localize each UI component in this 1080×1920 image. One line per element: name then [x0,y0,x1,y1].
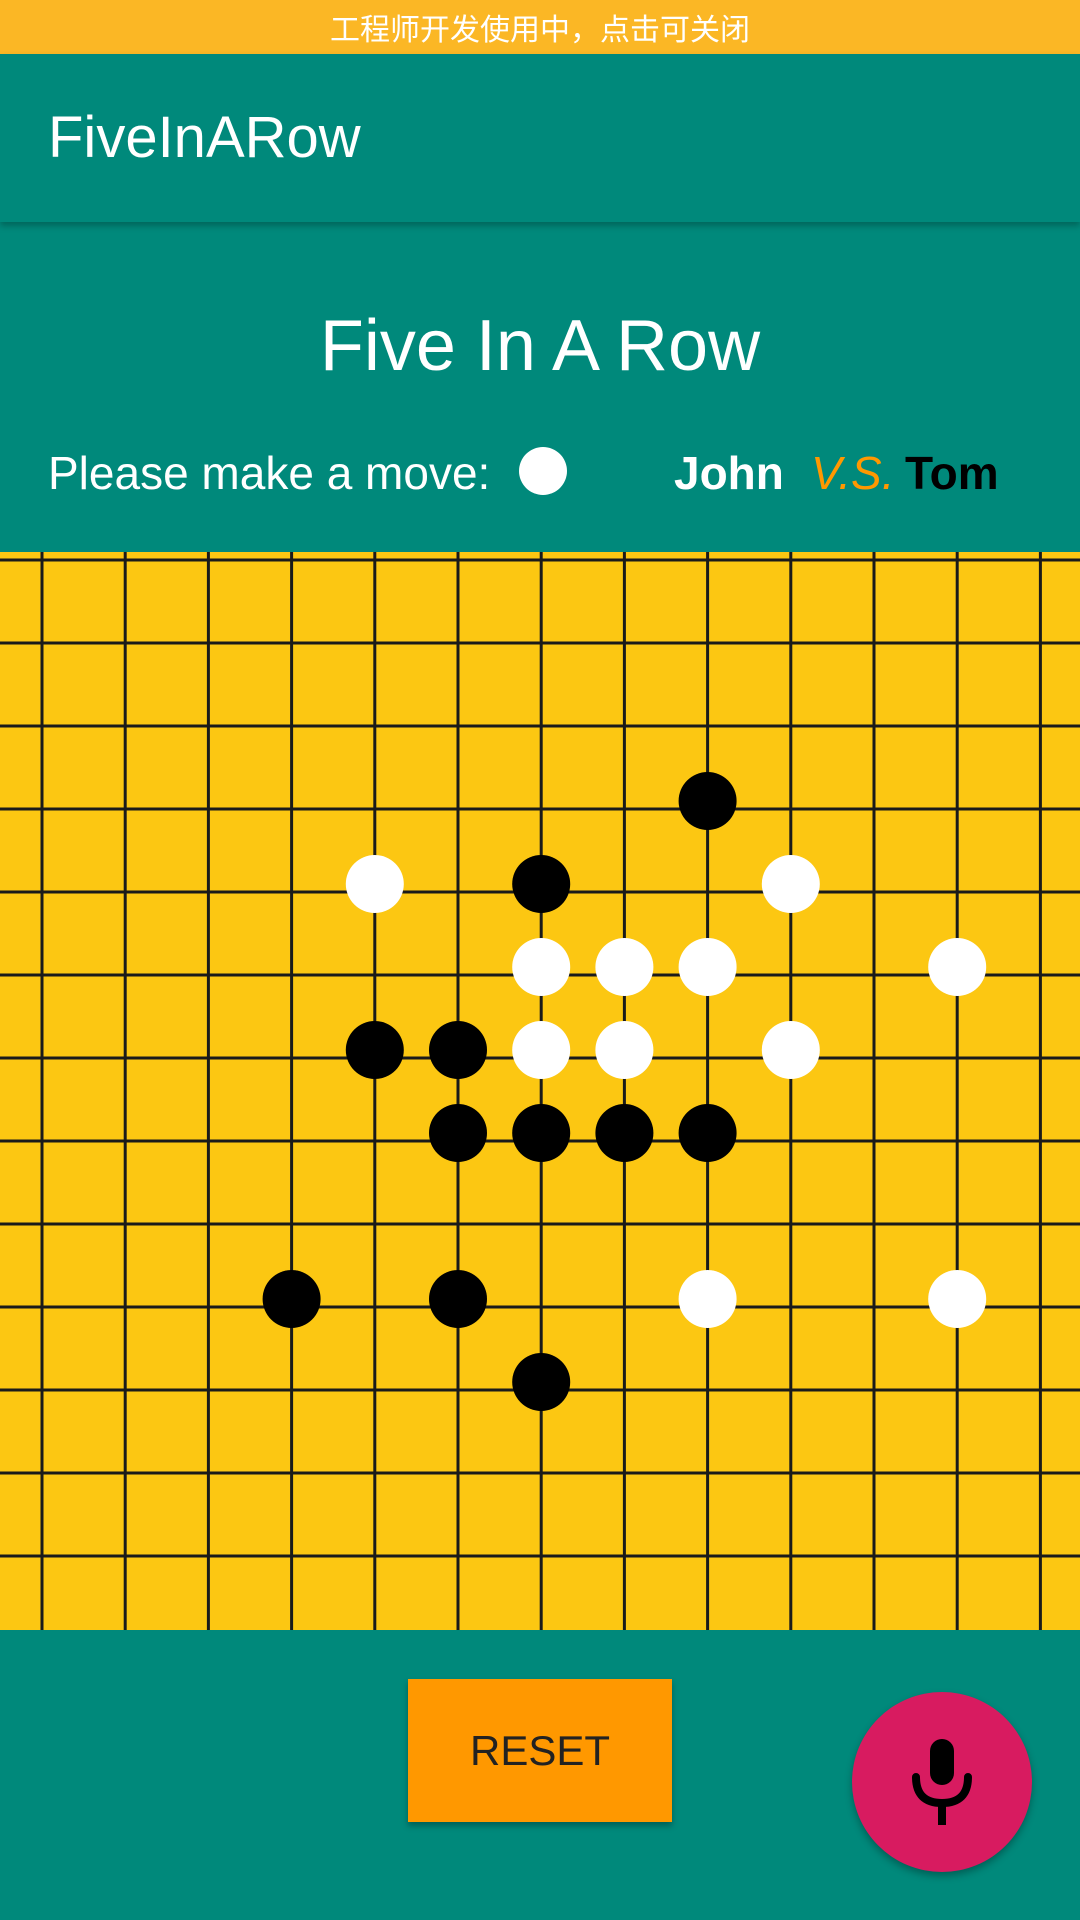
white-stone [678,1270,737,1328]
current-turn-stone-icon [519,447,567,495]
black-stone [595,1104,654,1162]
app-title: FiveInARow [48,105,361,170]
white-stone [678,938,737,996]
black-stone [678,1104,737,1162]
white-stone [761,1021,820,1079]
board-grid[interactable] [0,552,1080,1630]
black-stone [512,855,571,913]
black-stone [262,1270,321,1328]
reset-button-label: RESET [469,1726,611,1774]
white-stone [345,855,404,913]
reset-button[interactable]: RESET [408,1679,672,1822]
microphone-icon [912,1739,972,1825]
black-stone [429,1270,487,1328]
black-stone [678,772,737,830]
move-prompt: Please make a move: [48,447,491,499]
player2-name: Tom [905,447,999,499]
black-stone [512,1353,571,1411]
developer-banner[interactable]: 工程师开发使用中，点击可关闭 [0,0,1080,54]
white-stone [512,938,571,996]
white-stone [512,1021,571,1079]
white-stone [595,938,654,996]
versus-label: V.S. [811,447,895,499]
developer-banner-text: 工程师开发使用中，点击可关闭 [330,13,750,48]
black-stone [345,1021,404,1079]
white-stone [928,938,987,996]
game-title: Five In A Row [319,306,761,386]
black-stone [429,1104,487,1162]
black-stone [429,1021,487,1079]
white-stone [595,1021,654,1079]
voice-input-button[interactable] [852,1692,1032,1872]
white-stone [928,1270,987,1328]
game-board[interactable] [0,552,1080,1630]
black-stone [512,1104,571,1162]
white-stone [761,855,820,913]
app-bar: FiveInARow [0,54,1080,222]
player1-name: John [674,447,784,499]
